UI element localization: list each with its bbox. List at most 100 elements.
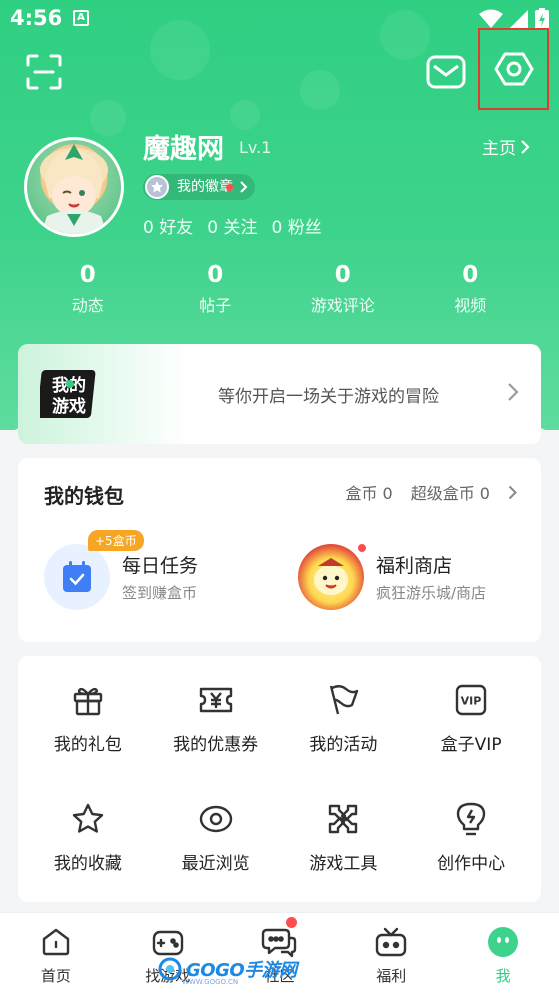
badge-new-dot — [226, 184, 233, 191]
coin-balance: 盒币 0 — [345, 484, 393, 503]
friends-count[interactable]: 0 好友 — [143, 213, 193, 238]
stats-row: 0 动态 0 帖子 0 游戏评论 0 视频 — [24, 262, 534, 316]
shop-subtitle: 疯狂游乐城/商店 — [376, 584, 487, 602]
stat-posts-feed[interactable]: 0 动态 — [24, 262, 152, 316]
mascot-illustration — [314, 558, 348, 595]
chevron-right-icon — [508, 485, 517, 499]
gamepad-icon — [152, 930, 183, 956]
logo-line-2: 游戏 — [52, 396, 86, 417]
settings-button[interactable] — [478, 28, 549, 110]
gift-tv-icon — [376, 927, 407, 957]
watermark-logo-icon — [158, 957, 182, 981]
daily-task-title: 每日任务 — [122, 555, 199, 577]
grid-item-coupons[interactable]: 我的优惠券 — [152, 682, 280, 755]
wallet-card: 我的钱包 盒币 0 超级盒币 0 +5盒币 每日任务 签到赚盒币 福利商店 疯狂… — [18, 458, 541, 642]
grid-item-label: 最近浏览 — [181, 854, 250, 874]
adventure-prompt: 等你开启一场关于游戏的冒险 — [218, 387, 439, 407]
wallet-title: 我的钱包 — [44, 484, 124, 508]
stat-game-reviews[interactable]: 0 游戏评论 — [279, 262, 407, 316]
stat-label: 动态 — [71, 296, 104, 315]
star-icon — [72, 803, 104, 833]
grid-item-favorites[interactable]: 我的收藏 — [24, 801, 152, 874]
stat-label: 视频 — [454, 296, 487, 315]
tab-me[interactable]: 我 — [447, 913, 559, 995]
wifi-icon — [479, 9, 503, 28]
stat-value: 0 — [334, 262, 351, 288]
scan-button[interactable] — [24, 52, 64, 92]
grid-item-label: 我的礼包 — [53, 735, 122, 755]
my-games-banner[interactable]: 我的 游戏 等你开启一场关于游戏的冒险 — [18, 344, 541, 444]
grid-item-gift-packs[interactable]: 我的礼包 — [24, 682, 152, 755]
grid-item-recent[interactable]: 最近浏览 — [152, 801, 280, 874]
super-coin-balance: 超级盒币 0 — [410, 484, 490, 503]
coupon-icon — [199, 687, 232, 713]
bg-decoration — [230, 100, 260, 130]
bonus-badge: +5盒币 — [88, 530, 144, 551]
avatar-illustration — [40, 144, 108, 234]
chat-icon — [262, 928, 297, 958]
bottom-tab-bar: 首页 找游戏 社区 福利 我 — [0, 912, 559, 995]
homepage-label: 主页 — [482, 139, 516, 159]
settings-icon — [494, 52, 533, 86]
scan-icon — [26, 54, 62, 90]
me-icon — [488, 927, 519, 957]
home-icon — [42, 928, 70, 956]
tab-community[interactable]: 社区 — [224, 913, 336, 995]
username: 魔趣网 — [143, 134, 224, 165]
tab-home[interactable]: 首页 — [0, 913, 112, 995]
status-time: 4:56 — [10, 6, 63, 30]
homepage-link[interactable]: 主页 — [482, 134, 530, 159]
tab-welfare[interactable]: 福利 — [335, 913, 447, 995]
daily-task-entry[interactable]: +5盒币 每日任务 签到赚盒币 — [44, 530, 199, 610]
grid-item-label: 创作中心 — [437, 854, 506, 874]
user-level: Lv.1 — [239, 138, 272, 157]
notification-icon: A — [73, 10, 89, 26]
grid-item-label: 我的活动 — [309, 735, 378, 755]
grid-item-game-tools[interactable]: 游戏工具 — [280, 801, 408, 874]
mail-icon — [426, 55, 466, 89]
status-bar: 4:56 A — [0, 0, 559, 38]
gift-icon — [73, 687, 103, 716]
watermark: GOGO手游网 WWW.GOGO.CN — [158, 956, 297, 986]
grid-item-label: 我的收藏 — [53, 854, 122, 874]
grid-item-label: 游戏工具 — [309, 854, 378, 874]
followers-count[interactable]: 0 粉丝 — [271, 213, 321, 238]
shop-title: 福利商店 — [376, 555, 453, 577]
svg-text:VIP: VIP — [461, 695, 482, 708]
stat-value: 0 — [79, 262, 96, 288]
welfare-shop-entry[interactable]: 福利商店 疯狂游乐城/商店 — [298, 544, 486, 610]
stat-videos[interactable]: 0 视频 — [407, 262, 535, 316]
grid-item-creator-center[interactable]: 创作中心 — [407, 801, 535, 874]
badge-label: 我的徽章 — [177, 179, 233, 195]
battery-icon — [535, 8, 549, 30]
medal-star-icon — [145, 175, 169, 199]
tab-label: 首页 — [40, 967, 71, 985]
following-count[interactable]: 0 关注 — [207, 213, 257, 238]
stat-label: 游戏评论 — [310, 296, 375, 315]
avatar-image — [27, 140, 121, 234]
chevron-right-icon — [240, 174, 248, 202]
grid-item-vip[interactable]: VIP 盒子VIP — [407, 682, 535, 755]
social-counts: 0 好友 0 关注 0 粉丝 — [143, 213, 322, 238]
vip-icon: VIP — [455, 684, 487, 716]
lightbulb-icon — [456, 802, 486, 836]
tools-icon — [329, 804, 358, 834]
watermark-subtext: WWW.GOGO.CN — [182, 978, 239, 986]
feature-grid-card: 我的礼包 我的优惠券 我的活动 VIP 盒子VIP 我的收藏 最近浏览 游戏工具 — [18, 656, 541, 902]
daily-task-icon-wrap: +5盒币 — [44, 530, 144, 610]
calendar-check-icon — [63, 561, 91, 592]
eye-icon — [199, 805, 232, 833]
badge-button[interactable]: 我的徽章 — [143, 174, 255, 200]
avatar[interactable] — [24, 137, 124, 237]
shop-new-dot — [358, 544, 366, 552]
flag-icon — [330, 685, 359, 715]
stat-value: 0 — [207, 262, 224, 288]
messages-button[interactable] — [425, 54, 467, 90]
signal-icon — [510, 10, 528, 28]
tab-label: 我 — [495, 967, 511, 985]
my-games-logo: 我的 游戏 — [37, 368, 98, 420]
wallet-balance[interactable]: 盒币 0 超级盒币 0 — [345, 480, 517, 504]
grid-item-activities[interactable]: 我的活动 — [280, 682, 408, 755]
bg-decoration — [90, 100, 126, 136]
stat-threads[interactable]: 0 帖子 — [152, 262, 280, 316]
